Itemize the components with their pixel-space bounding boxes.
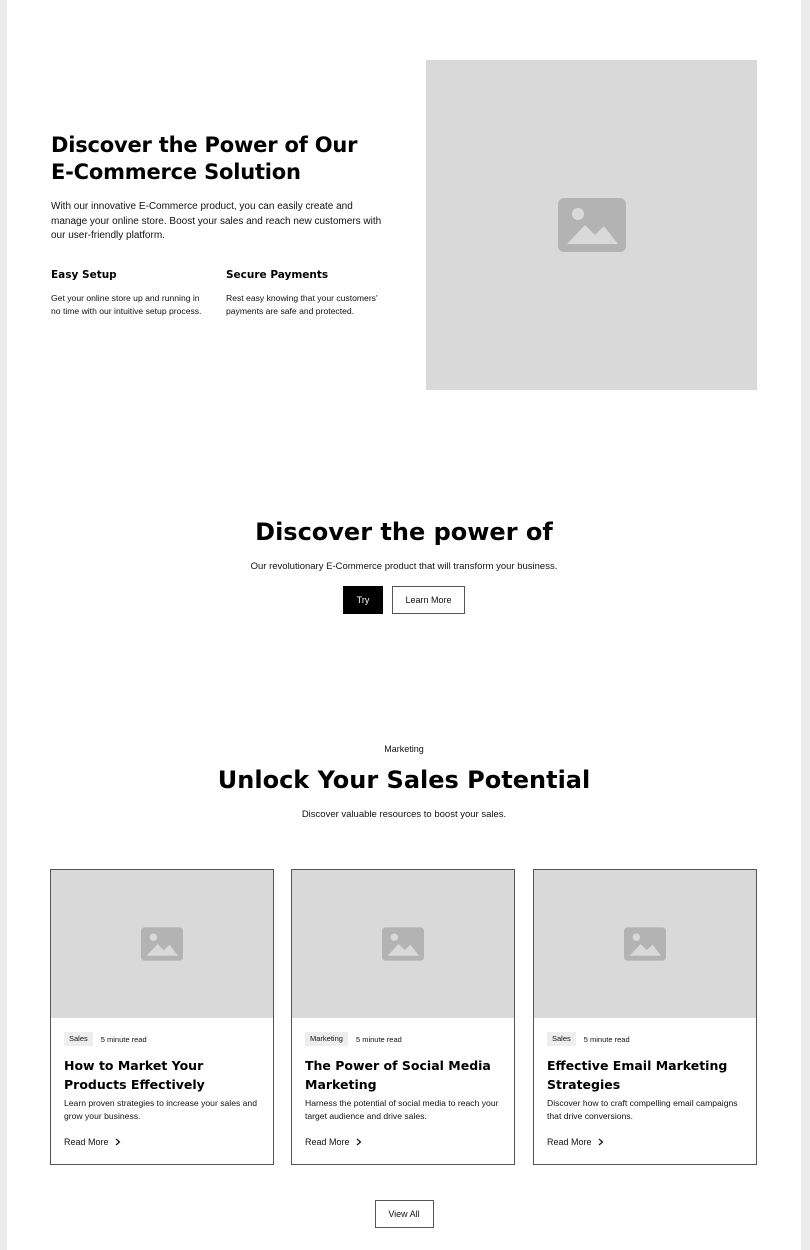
chevron-right-icon xyxy=(115,1138,120,1146)
card-image xyxy=(534,870,756,1018)
hero-text: Discover the Power of Our E-Commerce Sol… xyxy=(51,132,386,318)
hero-description: With our innovative E-Commerce product, … xyxy=(51,201,382,241)
learn-more-button[interactable]: Learn More xyxy=(392,586,465,614)
feature-description: Rest easy knowing that your customers' p… xyxy=(226,292,378,316)
feature-title: Easy Setup xyxy=(51,268,117,281)
view-all-wrap: View All xyxy=(7,1200,801,1228)
page: Discover the Power of Our E-Commerce Sol… xyxy=(7,0,801,1250)
card-image xyxy=(292,870,514,1018)
chevron-right-icon xyxy=(356,1138,361,1146)
read-time: 5 minute read xyxy=(100,1034,147,1044)
read-more-label: Read More xyxy=(305,1137,350,1147)
read-more-label: Read More xyxy=(64,1137,109,1147)
blog-title: Unlock Your Sales Potential xyxy=(217,766,591,794)
cta-description: Our revolutionary E-Commerce product tha… xyxy=(250,561,558,572)
read-more-link[interactable]: Read More xyxy=(547,1137,743,1147)
chevron-right-icon xyxy=(598,1138,603,1146)
feature-list: Easy Setup Get your online store up and … xyxy=(51,268,386,318)
read-more-link[interactable]: Read More xyxy=(64,1137,260,1147)
card-title: Effective Email Marketing Strategies xyxy=(547,1058,728,1092)
blog-card-list: Sales 5 minute read How to Market Your P… xyxy=(50,869,757,1165)
hero-title: Discover the Power of Our E-Commerce Sol… xyxy=(51,133,358,184)
blog-tagline: Marketing xyxy=(384,744,424,754)
feature-secure-payments: Secure Payments Rest easy knowing that y… xyxy=(226,268,386,318)
read-time: 5 minute read xyxy=(355,1034,402,1044)
card-meta: Sales 5 minute read xyxy=(64,1032,260,1046)
card-description: Harness the potential of social media to… xyxy=(305,1098,499,1121)
card-image xyxy=(51,870,273,1018)
blog-card[interactable]: Sales 5 minute read How to Market Your P… xyxy=(50,869,274,1165)
card-meta: Sales 5 minute read xyxy=(547,1032,743,1046)
blog-header: Marketing Unlock Your Sales Potential Di… xyxy=(7,743,801,822)
card-description: Discover how to craft compelling email c… xyxy=(547,1098,738,1121)
cta-title: Discover the power of xyxy=(255,518,553,546)
image-placeholder-icon xyxy=(557,198,626,252)
feature-description: Get your online store up and running in … xyxy=(51,292,202,316)
cta-section: Discover the power of Our revolutionary … xyxy=(7,516,801,614)
feature-title: Secure Payments xyxy=(226,268,329,281)
read-more-link[interactable]: Read More xyxy=(305,1137,501,1147)
card-description: Learn proven strategies to increase your… xyxy=(64,1098,257,1121)
image-placeholder-icon xyxy=(624,927,666,961)
view-all-button[interactable]: View All xyxy=(374,1200,434,1228)
cta-buttons: Try Learn More xyxy=(7,586,801,614)
read-time: 5 minute read xyxy=(583,1034,630,1044)
try-button[interactable]: Try xyxy=(343,586,383,614)
card-title: The Power of Social Media Marketing xyxy=(305,1058,491,1092)
read-more-label: Read More xyxy=(547,1137,592,1147)
blog-card[interactable]: Sales 5 minute read Effective Email Mark… xyxy=(533,869,757,1165)
card-body: Marketing 5 minute read The Power of Soc… xyxy=(292,1018,514,1147)
card-meta: Marketing 5 minute read xyxy=(305,1032,501,1046)
blog-description: Discover valuable resources to boost you… xyxy=(301,809,507,820)
card-title: How to Market Your Products Effectively xyxy=(64,1058,205,1092)
category-tag: Marketing xyxy=(305,1032,348,1046)
category-tag: Sales xyxy=(64,1032,93,1046)
feature-easy-setup: Easy Setup Get your online store up and … xyxy=(51,268,211,318)
card-body: Sales 5 minute read Effective Email Mark… xyxy=(534,1018,756,1147)
image-placeholder-icon xyxy=(141,927,183,961)
card-body: Sales 5 minute read How to Market Your P… xyxy=(51,1018,273,1147)
image-placeholder-icon xyxy=(382,927,424,961)
category-tag: Sales xyxy=(547,1032,576,1046)
hero-image xyxy=(426,60,757,390)
blog-card[interactable]: Marketing 5 minute read The Power of Soc… xyxy=(291,869,515,1165)
